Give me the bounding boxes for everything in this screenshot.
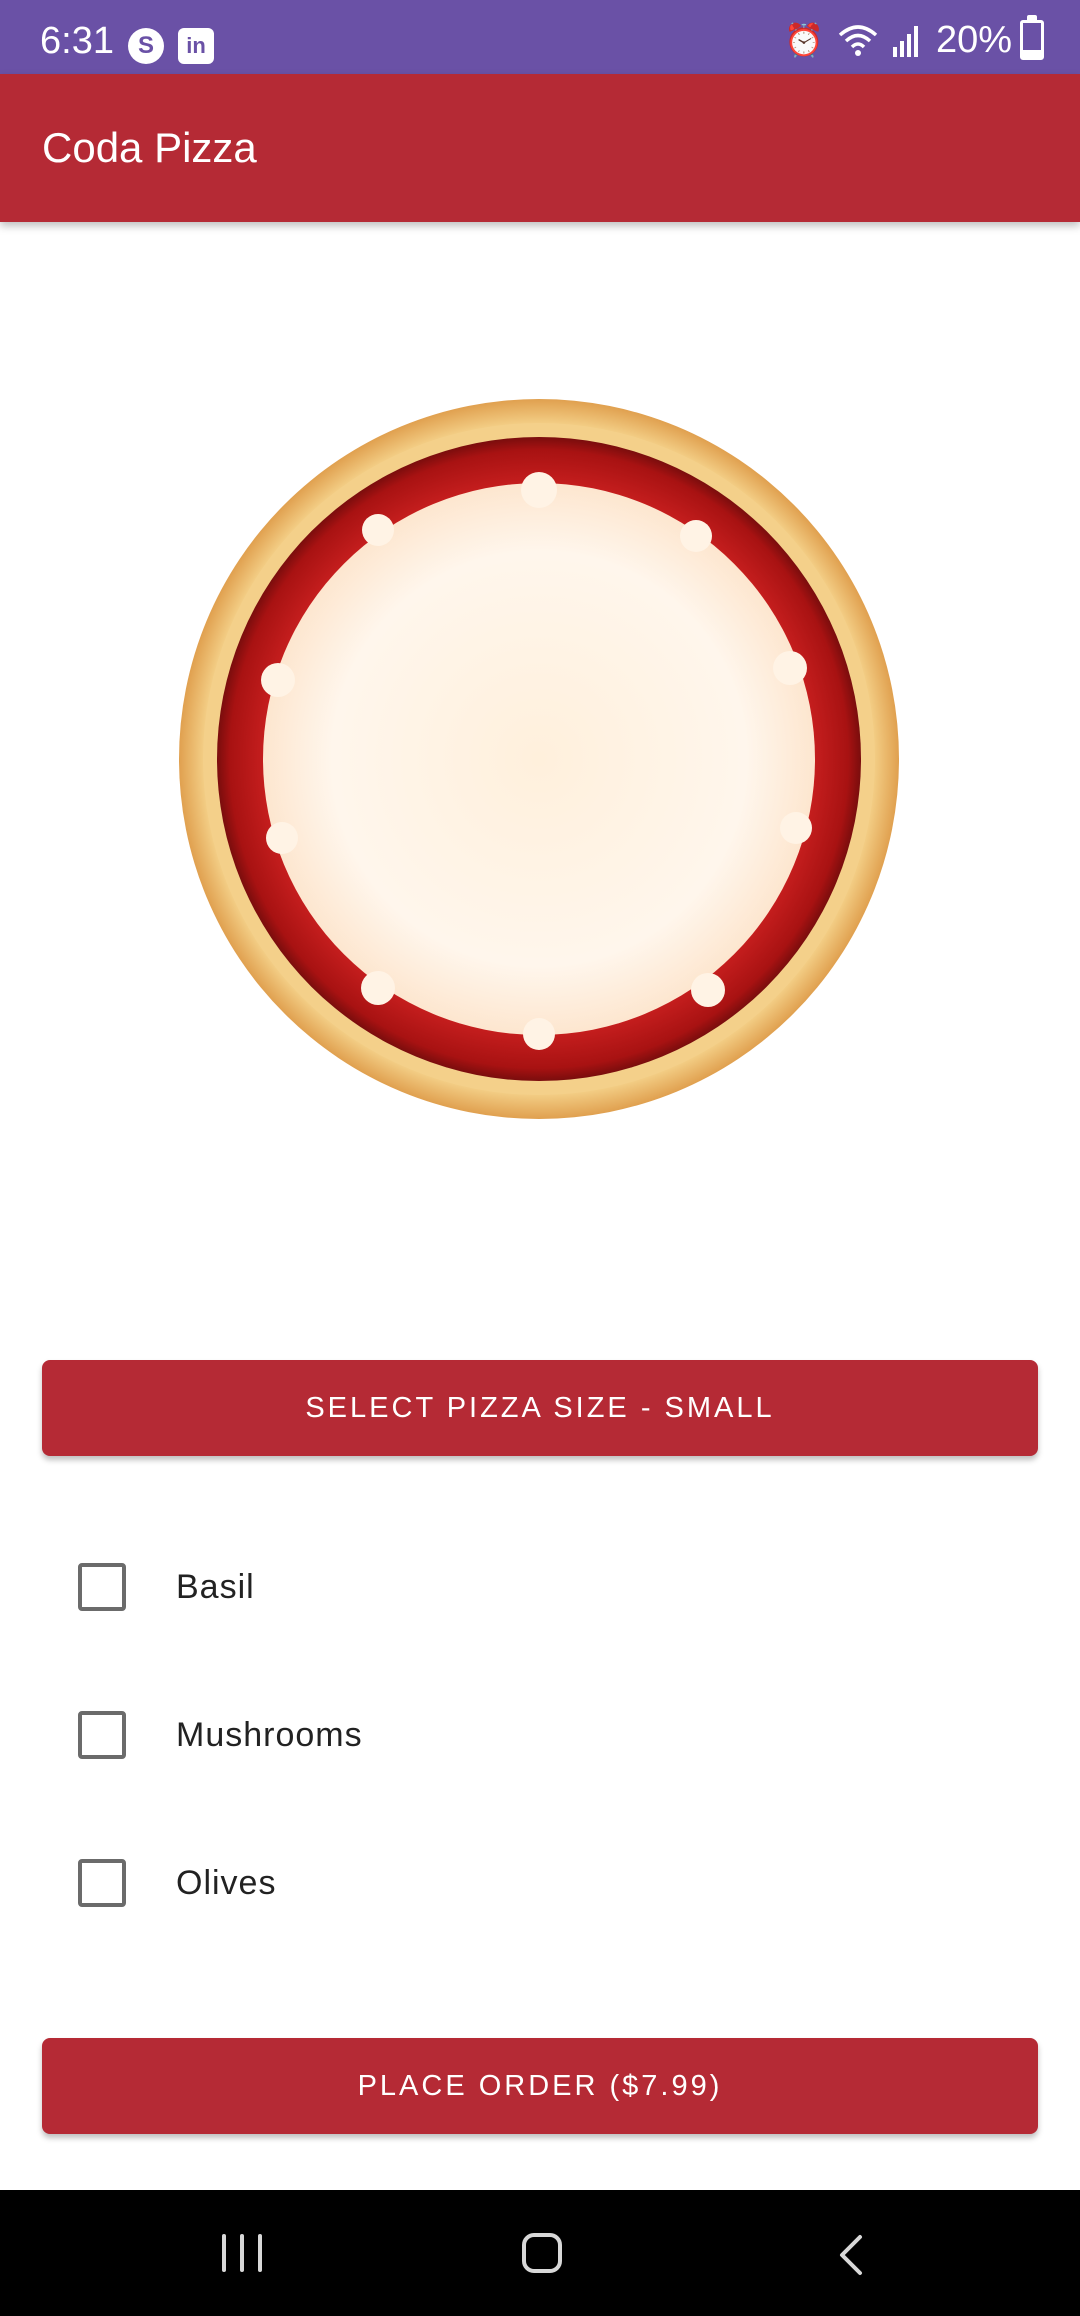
basil-checkbox[interactable] xyxy=(78,1563,126,1611)
app-title: Coda Pizza xyxy=(42,124,257,171)
select-size-button[interactable]: SELECT PIZZA SIZE - SMALL xyxy=(42,1360,1038,1456)
battery-icon xyxy=(1020,15,1044,60)
back-icon[interactable] xyxy=(838,2234,864,2276)
system-icons: ⏰ 20% xyxy=(784,15,1044,61)
battery: 20% xyxy=(935,15,1044,61)
topping-olives[interactable]: Olives xyxy=(78,1848,678,1918)
app-bar: Coda Pizza xyxy=(0,74,1080,222)
linkedin-icon: in xyxy=(178,28,214,64)
status-bar: 6:31 S in ⏰ 20% xyxy=(0,0,1080,74)
notification-icons: S in xyxy=(128,28,214,64)
home-icon[interactable] xyxy=(522,2233,562,2273)
topping-mushrooms[interactable]: Mushrooms xyxy=(78,1700,678,1770)
battery-fill xyxy=(1023,50,1041,57)
topping-label: Olives xyxy=(176,1863,277,1902)
wifi-icon xyxy=(838,25,878,56)
mushrooms-checkbox[interactable] xyxy=(78,1711,126,1759)
topping-basil[interactable]: Basil xyxy=(78,1552,678,1622)
olives-checkbox[interactable] xyxy=(78,1859,126,1907)
s-app-icon: S xyxy=(128,28,164,64)
status-time: 6:31 xyxy=(40,20,114,62)
alarm-icon: ⏰ xyxy=(784,22,824,58)
battery-percent: 20% xyxy=(935,19,1012,61)
topping-label: Mushrooms xyxy=(176,1715,363,1754)
signal-icon xyxy=(892,26,918,57)
navigation-bar xyxy=(0,2190,1080,2316)
topping-label: Basil xyxy=(176,1567,255,1606)
recents-icon[interactable] xyxy=(222,2234,262,2272)
place-order-button[interactable]: PLACE ORDER ($7.99) xyxy=(42,2038,1038,2134)
pizza-image xyxy=(179,399,899,1119)
